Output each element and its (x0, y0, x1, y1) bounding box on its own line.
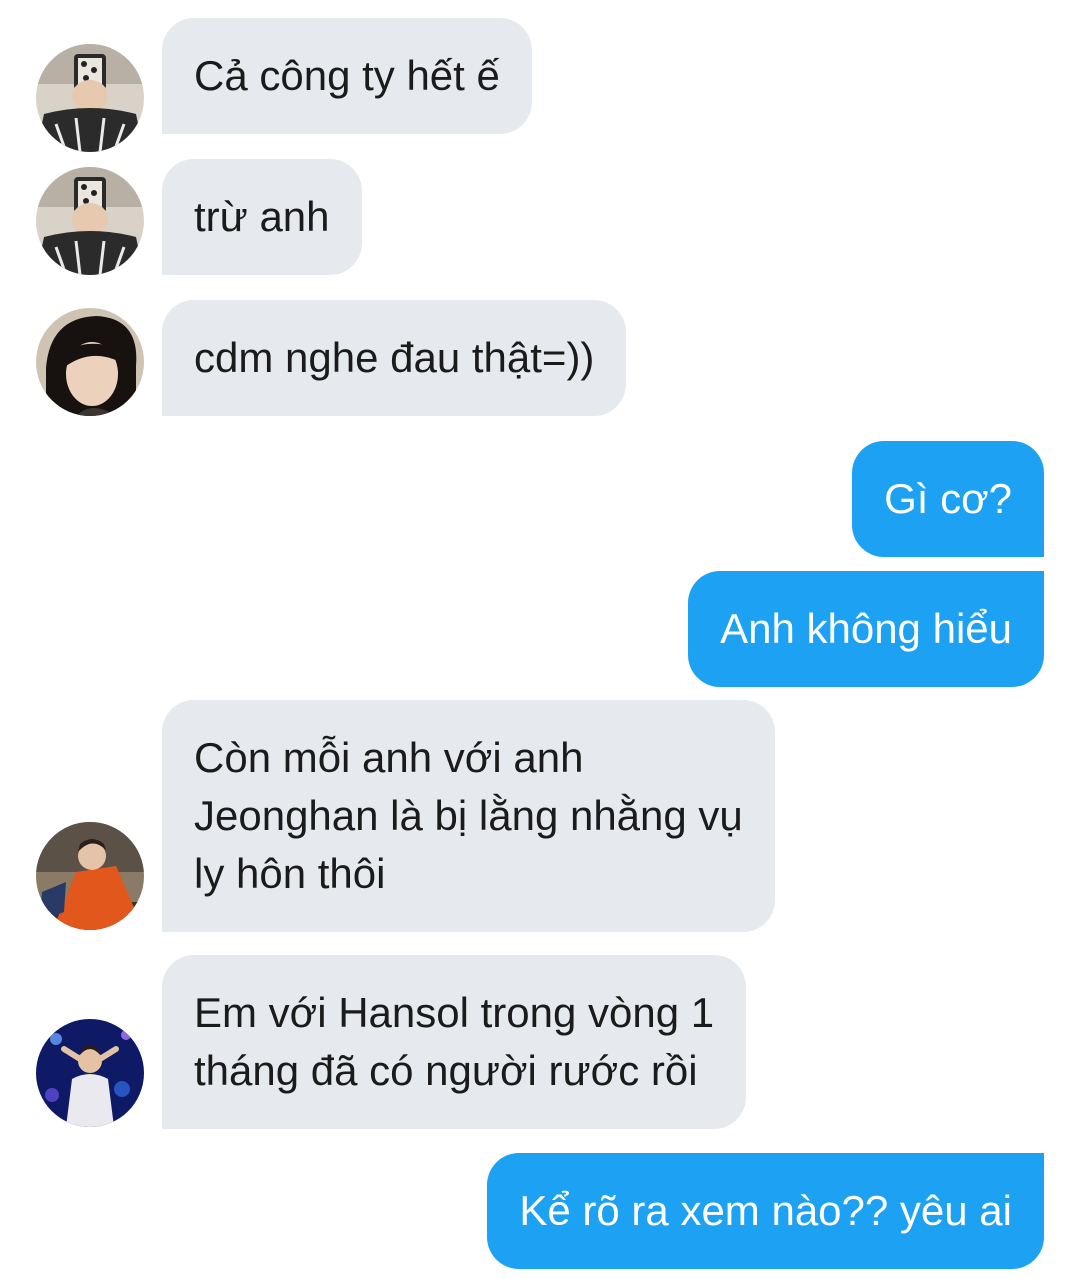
avatar-mirror-selfie-icon (36, 167, 144, 275)
message-row: Anh không hiểu (0, 571, 1080, 687)
message-row: trừ anh (0, 159, 1080, 275)
avatar-dark-hair-icon (36, 308, 144, 416)
avatar-stage-concert-icon (36, 1019, 144, 1127)
message-bubble[interactable]: Gì cơ? (852, 441, 1044, 557)
message-row: Còn mỗi anh với anh Jeonghan là bị lằng … (0, 700, 1080, 932)
avatar-orange-shirt-icon (36, 822, 144, 930)
avatar[interactable] (36, 44, 144, 152)
message-row: cdm nghe đau thật=)) (0, 300, 1080, 416)
message-bubble[interactable]: Cả công ty hết ế (162, 18, 532, 134)
message-bubble[interactable]: cdm nghe đau thật=)) (162, 300, 627, 416)
message-bubble[interactable]: Kể rõ ra xem nào?? yêu ai (487, 1153, 1044, 1269)
avatar[interactable] (36, 308, 144, 416)
avatar[interactable] (36, 822, 144, 930)
message-row: Gì cơ? (0, 441, 1080, 557)
message-row: Em với Hansol trong vòng 1 tháng đã có n… (0, 955, 1080, 1129)
avatar[interactable] (36, 167, 144, 275)
avatar[interactable] (36, 1019, 144, 1127)
message-bubble[interactable]: Anh không hiểu (688, 571, 1044, 687)
message-bubble[interactable]: trừ anh (162, 159, 362, 275)
message-bubble[interactable]: Còn mỗi anh với anh Jeonghan là bị lằng … (162, 700, 775, 932)
message-row: Kể rõ ra xem nào?? yêu ai (0, 1153, 1080, 1269)
message-row: Cả công ty hết ế (0, 18, 1080, 152)
avatar-mirror-selfie-icon (36, 44, 144, 152)
message-bubble[interactable]: Em với Hansol trong vòng 1 tháng đã có n… (162, 955, 747, 1129)
